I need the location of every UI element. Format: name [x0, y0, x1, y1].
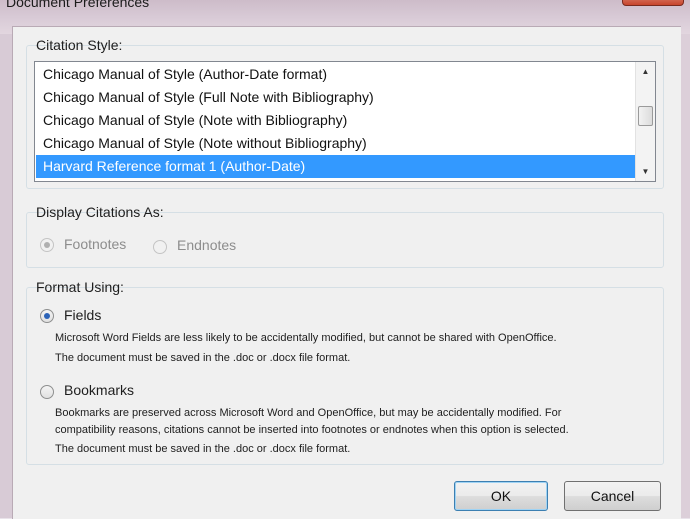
window-frame-right: [680, 34, 690, 518]
bookmarks-radio[interactable]: [40, 385, 54, 399]
display-citations-label: Display Citations As:: [36, 204, 164, 220]
list-item[interactable]: Chicago Manual of Style (Full Note with …: [36, 86, 636, 109]
citation-style-label: Citation Style:: [36, 37, 123, 53]
close-button[interactable]: [622, 0, 684, 6]
scrollbar-thumb[interactable]: [638, 106, 653, 126]
list-item[interactable]: Chicago Manual of Style (Note without Bi…: [36, 132, 636, 155]
citation-style-list[interactable]: Chicago Manual of Style (Author-Date for…: [34, 61, 656, 182]
scroll-down-icon[interactable]: ▼: [636, 163, 655, 180]
format-using-group: [26, 287, 664, 465]
format-using-label: Format Using:: [36, 279, 124, 295]
list-item[interactable]: Chicago Manual of Style (Note with Bibli…: [36, 109, 636, 132]
list-item-selected[interactable]: Harvard Reference format 1 (Author-Date): [36, 155, 636, 178]
endnotes-label[interactable]: Endnotes: [177, 237, 236, 253]
fields-description: Microsoft Word Fields are less likely to…: [55, 332, 557, 344]
footnotes-label[interactable]: Footnotes: [64, 236, 126, 252]
list-item[interactable]: Chicago Manual of Style (Author-Date for…: [36, 63, 636, 86]
bookmarks-label[interactable]: Bookmarks: [64, 382, 134, 398]
window-frame-left: [0, 34, 12, 518]
bookmarks-description-1: Bookmarks are preserved across Microsoft…: [55, 407, 562, 419]
footnotes-radio[interactable]: [40, 238, 54, 252]
fields-format-note: The document must be saved in the .doc o…: [55, 352, 351, 364]
bookmarks-format-note: The document must be saved in the .doc o…: [55, 443, 351, 455]
cancel-button[interactable]: Cancel: [564, 481, 661, 511]
bookmarks-description-2: compatibility reasons, citations cannot …: [55, 424, 569, 436]
list-scrollbar[interactable]: ▲ ▼: [635, 62, 655, 181]
fields-radio[interactable]: [40, 309, 54, 323]
fields-label[interactable]: Fields: [64, 307, 101, 323]
ok-button[interactable]: OK: [454, 481, 548, 511]
window-title: Document Preferences: [6, 0, 150, 10]
scroll-up-icon[interactable]: ▲: [636, 63, 655, 80]
endnotes-radio[interactable]: [153, 240, 167, 254]
